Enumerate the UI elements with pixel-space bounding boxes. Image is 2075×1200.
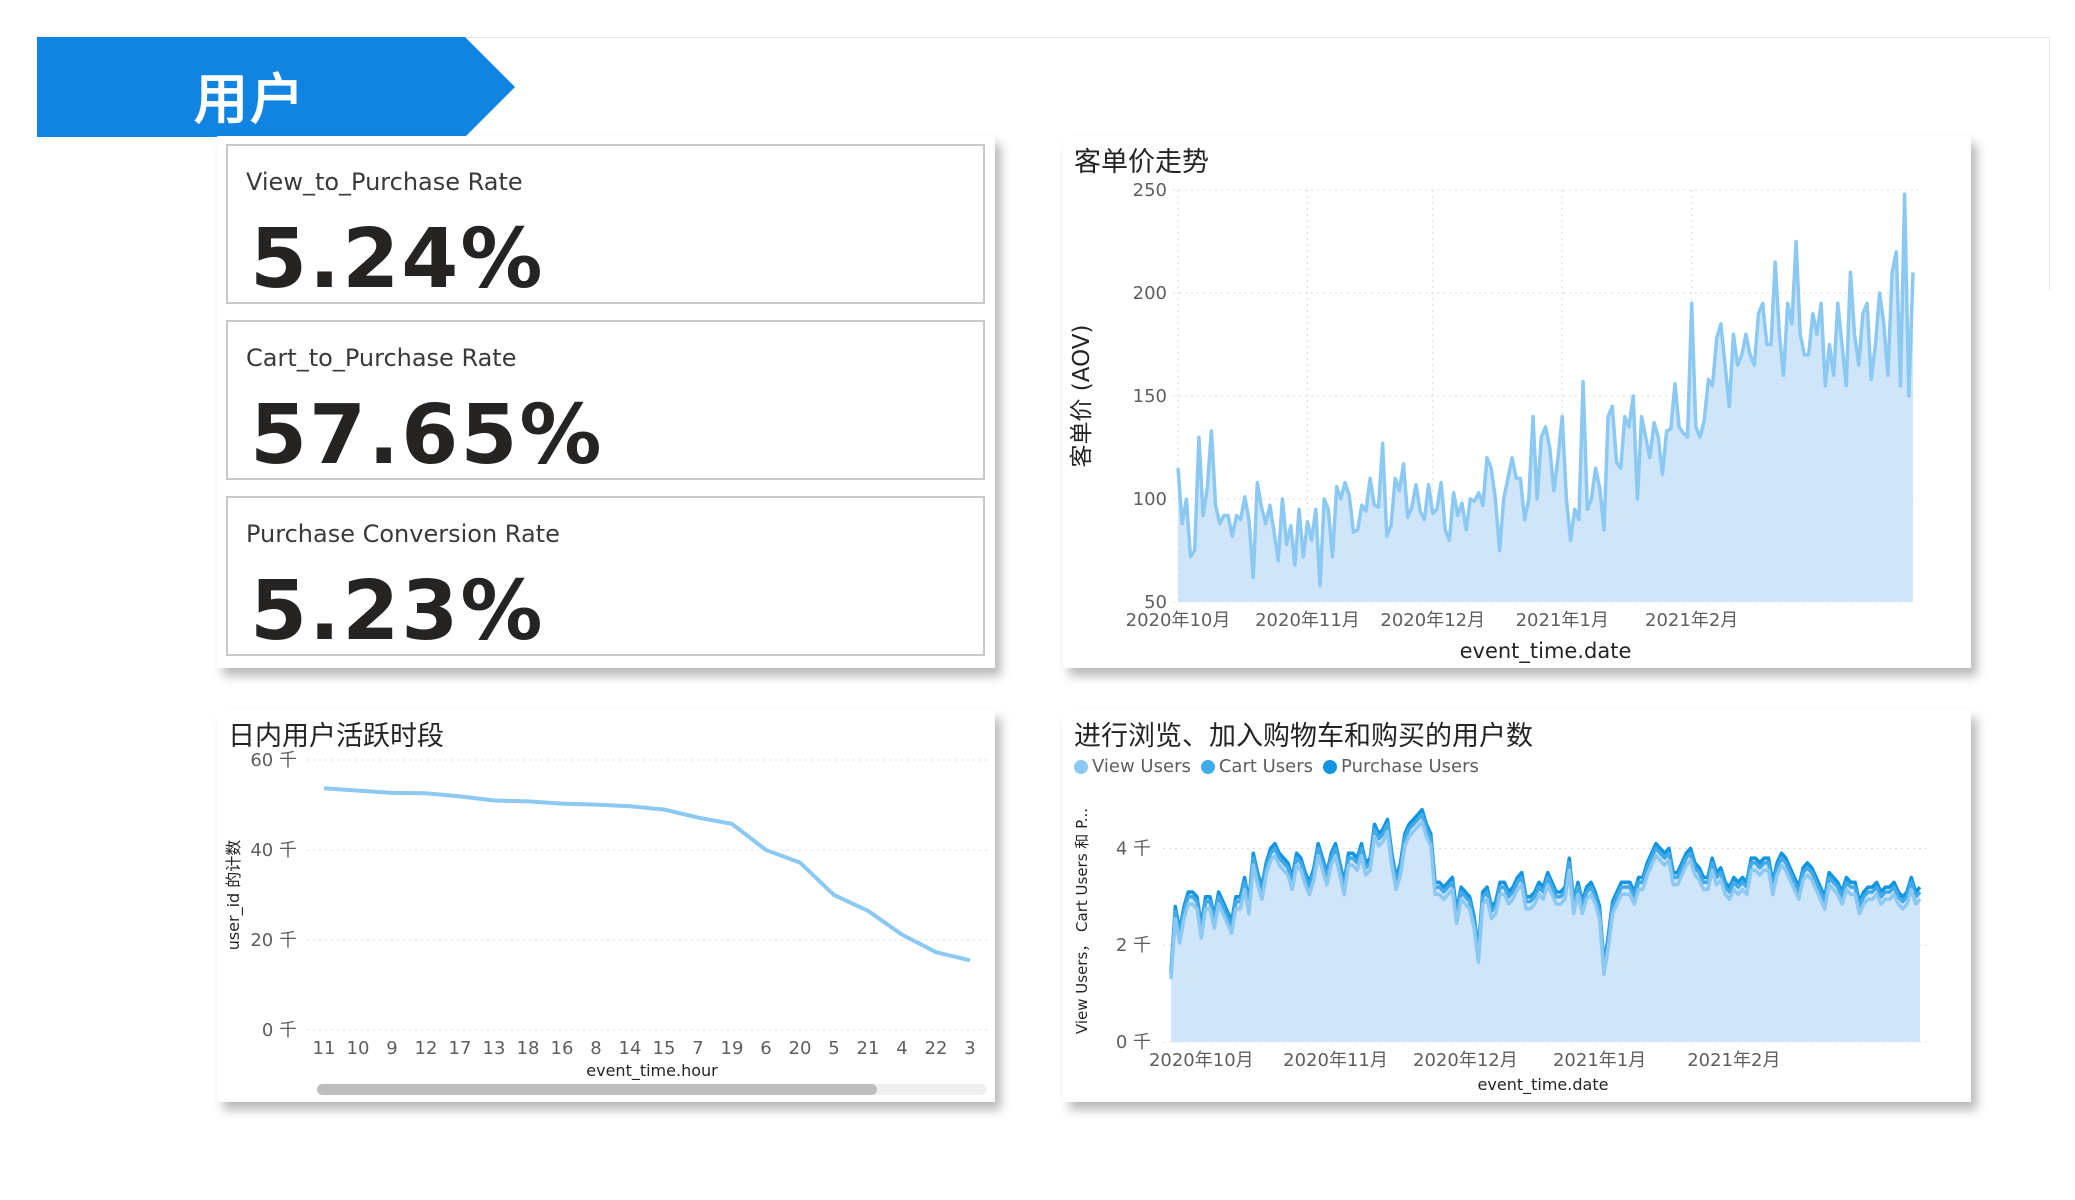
y-tick-label: 250 (1133, 180, 1167, 201)
horizontal-scrollbar-track[interactable] (317, 1084, 987, 1095)
y-tick-label: 40 千 (250, 840, 297, 861)
x-tick-label: 5 (828, 1038, 839, 1059)
kpi-panel[interactable]: View_to_Purchase Rate 5.24% Cart_to_Purc… (217, 136, 995, 668)
funnel-area (1171, 809, 1920, 1042)
kpi-label: Purchase Conversion Rate (246, 520, 560, 548)
x-tick-label: 4 (896, 1038, 907, 1059)
funnel-chart: 0 千 2 千 4 千 2020年10月 2020年11月 2020年12月 2021年1月… (1073, 808, 1928, 1095)
kpi-value: 57.65% (250, 388, 604, 483)
section-header: 用户 (37, 37, 515, 137)
x-tick-label: 16 (551, 1038, 574, 1059)
x-axis-title: event_time.date (1460, 639, 1632, 664)
y-axis-title: 客单价 (AOV) (1069, 324, 1095, 467)
x-tick-label: 21 (857, 1038, 880, 1059)
x-tick-label: 18 (517, 1038, 540, 1059)
y-tick-label: 60 千 (250, 750, 297, 771)
x-tick-label: 2020年10月 (1149, 1050, 1254, 1071)
x-tick-label: 2020年12月 (1413, 1050, 1518, 1071)
aov-chart: 501001502002502020年10月 2020年11月 2020年12月 20… (1069, 180, 1918, 664)
y-tick-label: 0 千 (1116, 1032, 1151, 1053)
y-tick-label: 4 千 (1116, 838, 1151, 859)
x-tick-label: 2021年2月 (1687, 1050, 1780, 1071)
kpi-value: 5.23% (250, 564, 545, 659)
x-tick-label: 3 (964, 1038, 975, 1059)
x-tick-label: 2021年1月 (1516, 610, 1609, 631)
x-axis-title: event_time.date (1478, 1075, 1609, 1095)
x-tick-label: 11 (313, 1038, 336, 1059)
horizontal-scrollbar-thumb[interactable] (317, 1084, 877, 1095)
x-tick-label: 2021年1月 (1553, 1050, 1646, 1071)
y-tick-label: 150 (1133, 386, 1167, 407)
x-tick-label: 2020年10月 (1126, 610, 1231, 631)
x-tick-label: 10 (347, 1038, 370, 1059)
x-tick-label: 22 (925, 1038, 948, 1059)
x-tick-label: 20 (789, 1038, 812, 1059)
x-tick-label: 2020年12月 (1380, 610, 1485, 631)
x-tick-label: 9 (386, 1038, 397, 1059)
kpi-label: View_to_Purchase Rate (246, 168, 523, 196)
hourly-chart-card[interactable]: 日内用户活跃时段 0 千 20 千 40 千 60 千 11 10 9 12 17 13 18 16 8… (217, 710, 995, 1102)
x-tick-label: 17 (449, 1038, 472, 1059)
x-tick-label: 2020年11月 (1255, 610, 1360, 631)
kpi-card-view-to-purchase[interactable]: View_to_Purchase Rate 5.24% (226, 144, 985, 307)
kpi-value: 5.24% (250, 212, 545, 307)
funnel-chart-card[interactable]: 进行浏览、加入购物车和购买的用户数 View Users Cart Users … (1063, 710, 1971, 1102)
y-tick-label: 100 (1133, 489, 1167, 510)
section-title: 用户 (194, 68, 306, 131)
y-tick-label: 2 千 (1116, 935, 1151, 956)
x-tick-label: 7 (692, 1038, 703, 1059)
y-tick-label: 0 千 (262, 1020, 297, 1041)
kpi-card-purchase-conversion[interactable]: Purchase Conversion Rate 5.23% (226, 496, 985, 659)
y-axis-title: user_id 的计数 (224, 840, 244, 951)
x-tick-label: 13 (483, 1038, 506, 1059)
kpi-label: Cart_to_Purchase Rate (246, 344, 517, 372)
y-tick-label: 20 千 (250, 930, 297, 951)
x-tick-label: 19 (721, 1038, 744, 1059)
hourly-line (323, 786, 971, 963)
x-tick-label: 8 (590, 1038, 601, 1059)
aov-chart-card[interactable]: 客单价走势 50 100 150 200 250 2020年10月 2020年11月 2020… (1063, 136, 1971, 668)
kpi-card-cart-to-purchase[interactable]: Cart_to_Purchase Rate 57.65% (226, 320, 985, 483)
x-tick-label: 2021年2月 (1645, 610, 1738, 631)
hourly-chart: 0 千20 千40 千60 千11 10 9 12 17 13 18 16 8 14 15 7 19 6 2… (224, 750, 987, 1081)
x-tick-label: 6 (760, 1038, 771, 1059)
x-tick-label: 14 (619, 1038, 642, 1059)
x-axis-title: event_time.hour (586, 1061, 718, 1081)
x-tick-label: 2020年11月 (1283, 1050, 1388, 1071)
y-tick-label: 200 (1133, 283, 1167, 304)
y-axis-title: View Users， Cart Users 和 P... (1073, 808, 1091, 1034)
x-tick-label: 15 (653, 1038, 676, 1059)
x-tick-label: 12 (415, 1038, 438, 1059)
